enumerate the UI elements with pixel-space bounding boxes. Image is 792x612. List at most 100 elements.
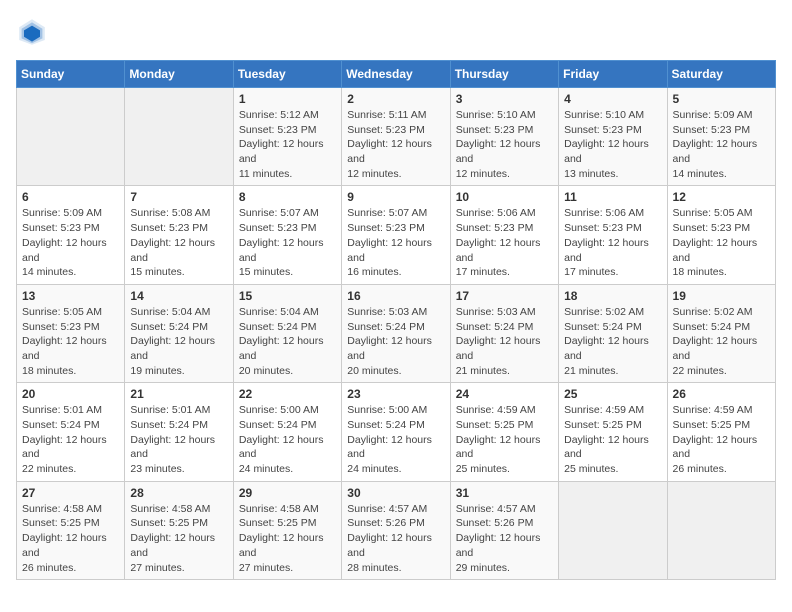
calendar-cell: 29Sunrise: 4:58 AMSunset: 5:25 PMDayligh… bbox=[233, 481, 341, 579]
day-info: Sunrise: 5:11 AMSunset: 5:23 PMDaylight:… bbox=[347, 108, 444, 181]
calendar-cell: 2 Sunrise: 5:11 AMSunset: 5:23 PMDaylight… bbox=[342, 88, 450, 186]
day-info: Sunrise: 5:12 AMSunset: 5:23 PMDaylight:… bbox=[239, 108, 336, 181]
day-number: 18 bbox=[564, 289, 661, 303]
day-number: 2 bbox=[347, 92, 444, 106]
calendar-cell: 3 Sunrise: 5:10 AMSunset: 5:23 PMDaylight… bbox=[450, 88, 558, 186]
day-info: Sunrise: 5:10 AMSunset: 5:23 PMDaylight:… bbox=[456, 108, 553, 181]
calendar-cell bbox=[667, 481, 775, 579]
calendar-cell: 19 Sunrise: 5:02 AMSunset: 5:24 PMDayligh… bbox=[667, 284, 775, 382]
day-info: Sunrise: 5:05 AMSunset: 5:23 PMDaylight:… bbox=[673, 206, 770, 279]
day-info: Sunrise: 4:59 AMSunset: 5:25 PMDaylight:… bbox=[456, 403, 553, 476]
calendar-week-2: 6Sunrise: 5:09 AMSunset: 5:23 PMDaylight… bbox=[17, 186, 776, 284]
day-number: 4 bbox=[564, 92, 661, 106]
day-number: 17 bbox=[456, 289, 553, 303]
calendar-cell: 25 Sunrise: 4:59 AMSunset: 5:25 PMDayligh… bbox=[559, 383, 667, 481]
calendar-cell: 20Sunrise: 5:01 AMSunset: 5:24 PMDayligh… bbox=[17, 383, 125, 481]
calendar-cell: 12 Sunrise: 5:05 AMSunset: 5:23 PMDayligh… bbox=[667, 186, 775, 284]
calendar-cell: 5 Sunrise: 5:09 AMSunset: 5:23 PMDaylight… bbox=[667, 88, 775, 186]
day-number: 10 bbox=[456, 190, 553, 204]
day-info: Sunrise: 5:04 AMSunset: 5:24 PMDaylight:… bbox=[239, 305, 336, 378]
day-info: Sunrise: 5:06 AMSunset: 5:23 PMDaylight:… bbox=[564, 206, 661, 279]
day-info: Sunrise: 4:58 AMSunset: 5:25 PMDaylight:… bbox=[130, 502, 227, 575]
calendar-cell: 10 Sunrise: 5:06 AMSunset: 5:23 PMDayligh… bbox=[450, 186, 558, 284]
day-info: Sunrise: 5:02 AMSunset: 5:24 PMDaylight:… bbox=[564, 305, 661, 378]
day-number: 13 bbox=[22, 289, 119, 303]
calendar-cell: 14 Sunrise: 5:04 AMSunset: 5:24 PMDayligh… bbox=[125, 284, 233, 382]
day-info: Sunrise: 5:07 AMSunset: 5:23 PMDaylight:… bbox=[347, 206, 444, 279]
day-number: 12 bbox=[673, 190, 770, 204]
calendar-week-5: 27 Sunrise: 4:58 AMSunset: 5:25 PMDayligh… bbox=[17, 481, 776, 579]
calendar-cell: 13 Sunrise: 5:05 AMSunset: 5:23 PMDayligh… bbox=[17, 284, 125, 382]
day-number: 19 bbox=[673, 289, 770, 303]
header-day-monday: Monday bbox=[125, 61, 233, 88]
day-number: 14 bbox=[130, 289, 227, 303]
calendar-cell: 8 Sunrise: 5:07 AMSunset: 5:23 PMDaylight… bbox=[233, 186, 341, 284]
day-number: 26 bbox=[673, 387, 770, 401]
calendar-cell: 23Sunrise: 5:00 AMSunset: 5:24 PMDayligh… bbox=[342, 383, 450, 481]
calendar-week-1: 1 Sunrise: 5:12 AMSunset: 5:23 PMDaylight… bbox=[17, 88, 776, 186]
day-info: Sunrise: 5:04 AMSunset: 5:24 PMDaylight:… bbox=[130, 305, 227, 378]
calendar-cell: 4 Sunrise: 5:10 AMSunset: 5:23 PMDaylight… bbox=[559, 88, 667, 186]
day-number: 16 bbox=[347, 289, 444, 303]
calendar-cell: 6Sunrise: 5:09 AMSunset: 5:23 PMDaylight… bbox=[17, 186, 125, 284]
day-info: Sunrise: 5:10 AMSunset: 5:23 PMDaylight:… bbox=[564, 108, 661, 181]
day-number: 6 bbox=[22, 190, 119, 204]
calendar-cell: 22 Sunrise: 5:00 AMSunset: 5:24 PMDayligh… bbox=[233, 383, 341, 481]
header-day-tuesday: Tuesday bbox=[233, 61, 341, 88]
header-day-sunday: Sunday bbox=[17, 61, 125, 88]
calendar-cell bbox=[559, 481, 667, 579]
day-info: Sunrise: 5:00 AMSunset: 5:24 PMDaylight:… bbox=[239, 403, 336, 476]
day-info: Sunrise: 5:05 AMSunset: 5:23 PMDaylight:… bbox=[22, 305, 119, 378]
calendar-cell: 26 Sunrise: 4:59 AMSunset: 5:25 PMDayligh… bbox=[667, 383, 775, 481]
day-info: Sunrise: 5:03 AMSunset: 5:24 PMDaylight:… bbox=[456, 305, 553, 378]
logo bbox=[16, 16, 52, 48]
day-info: Sunrise: 5:08 AMSunset: 5:23 PMDaylight:… bbox=[130, 206, 227, 279]
day-number: 15 bbox=[239, 289, 336, 303]
day-info: Sunrise: 5:09 AMSunset: 5:23 PMDaylight:… bbox=[673, 108, 770, 181]
day-number: 25 bbox=[564, 387, 661, 401]
calendar-table: SundayMondayTuesdayWednesdayThursdayFrid… bbox=[16, 60, 776, 580]
day-number: 22 bbox=[239, 387, 336, 401]
calendar-cell: 7 Sunrise: 5:08 AMSunset: 5:23 PMDaylight… bbox=[125, 186, 233, 284]
day-info: Sunrise: 4:59 AMSunset: 5:25 PMDaylight:… bbox=[564, 403, 661, 476]
day-number: 5 bbox=[673, 92, 770, 106]
calendar-cell: 24 Sunrise: 4:59 AMSunset: 5:25 PMDayligh… bbox=[450, 383, 558, 481]
logo-icon bbox=[16, 16, 48, 48]
calendar-header: SundayMondayTuesdayWednesdayThursdayFrid… bbox=[17, 61, 776, 88]
page-header bbox=[16, 16, 776, 48]
day-number: 27 bbox=[22, 486, 119, 500]
day-info: Sunrise: 4:58 AMSunset: 5:25 PMDaylight:… bbox=[22, 502, 119, 575]
day-info: Sunrise: 5:01 AMSunset: 5:24 PMDaylight:… bbox=[130, 403, 227, 476]
day-info: Sunrise: 5:03 AMSunset: 5:24 PMDaylight:… bbox=[347, 305, 444, 378]
calendar-week-4: 20Sunrise: 5:01 AMSunset: 5:24 PMDayligh… bbox=[17, 383, 776, 481]
day-info: Sunrise: 5:06 AMSunset: 5:23 PMDaylight:… bbox=[456, 206, 553, 279]
day-info: Sunrise: 5:02 AMSunset: 5:24 PMDaylight:… bbox=[673, 305, 770, 378]
day-info: Sunrise: 4:57 AMSunset: 5:26 PMDaylight:… bbox=[456, 502, 553, 575]
day-number: 24 bbox=[456, 387, 553, 401]
day-number: 1 bbox=[239, 92, 336, 106]
day-number: 3 bbox=[456, 92, 553, 106]
day-number: 11 bbox=[564, 190, 661, 204]
calendar-body: 1 Sunrise: 5:12 AMSunset: 5:23 PMDaylight… bbox=[17, 88, 776, 580]
calendar-cell: 30Sunrise: 4:57 AMSunset: 5:26 PMDayligh… bbox=[342, 481, 450, 579]
calendar-cell: 16 Sunrise: 5:03 AMSunset: 5:24 PMDayligh… bbox=[342, 284, 450, 382]
calendar-cell: 18 Sunrise: 5:02 AMSunset: 5:24 PMDayligh… bbox=[559, 284, 667, 382]
calendar-cell: 21Sunrise: 5:01 AMSunset: 5:24 PMDayligh… bbox=[125, 383, 233, 481]
day-info: Sunrise: 4:58 AMSunset: 5:25 PMDaylight:… bbox=[239, 502, 336, 575]
day-number: 23 bbox=[347, 387, 444, 401]
calendar-week-3: 13 Sunrise: 5:05 AMSunset: 5:23 PMDayligh… bbox=[17, 284, 776, 382]
calendar-cell: 17 Sunrise: 5:03 AMSunset: 5:24 PMDayligh… bbox=[450, 284, 558, 382]
day-number: 8 bbox=[239, 190, 336, 204]
calendar-cell bbox=[125, 88, 233, 186]
day-number: 31 bbox=[456, 486, 553, 500]
day-number: 28 bbox=[130, 486, 227, 500]
calendar-cell bbox=[17, 88, 125, 186]
calendar-cell: 27 Sunrise: 4:58 AMSunset: 5:25 PMDayligh… bbox=[17, 481, 125, 579]
day-info: Sunrise: 5:07 AMSunset: 5:23 PMDaylight:… bbox=[239, 206, 336, 279]
day-number: 9 bbox=[347, 190, 444, 204]
header-day-saturday: Saturday bbox=[667, 61, 775, 88]
calendar-cell: 31 Sunrise: 4:57 AMSunset: 5:26 PMDayligh… bbox=[450, 481, 558, 579]
calendar-cell: 15 Sunrise: 5:04 AMSunset: 5:24 PMDayligh… bbox=[233, 284, 341, 382]
day-info: Sunrise: 4:59 AMSunset: 5:25 PMDaylight:… bbox=[673, 403, 770, 476]
day-number: 7 bbox=[130, 190, 227, 204]
